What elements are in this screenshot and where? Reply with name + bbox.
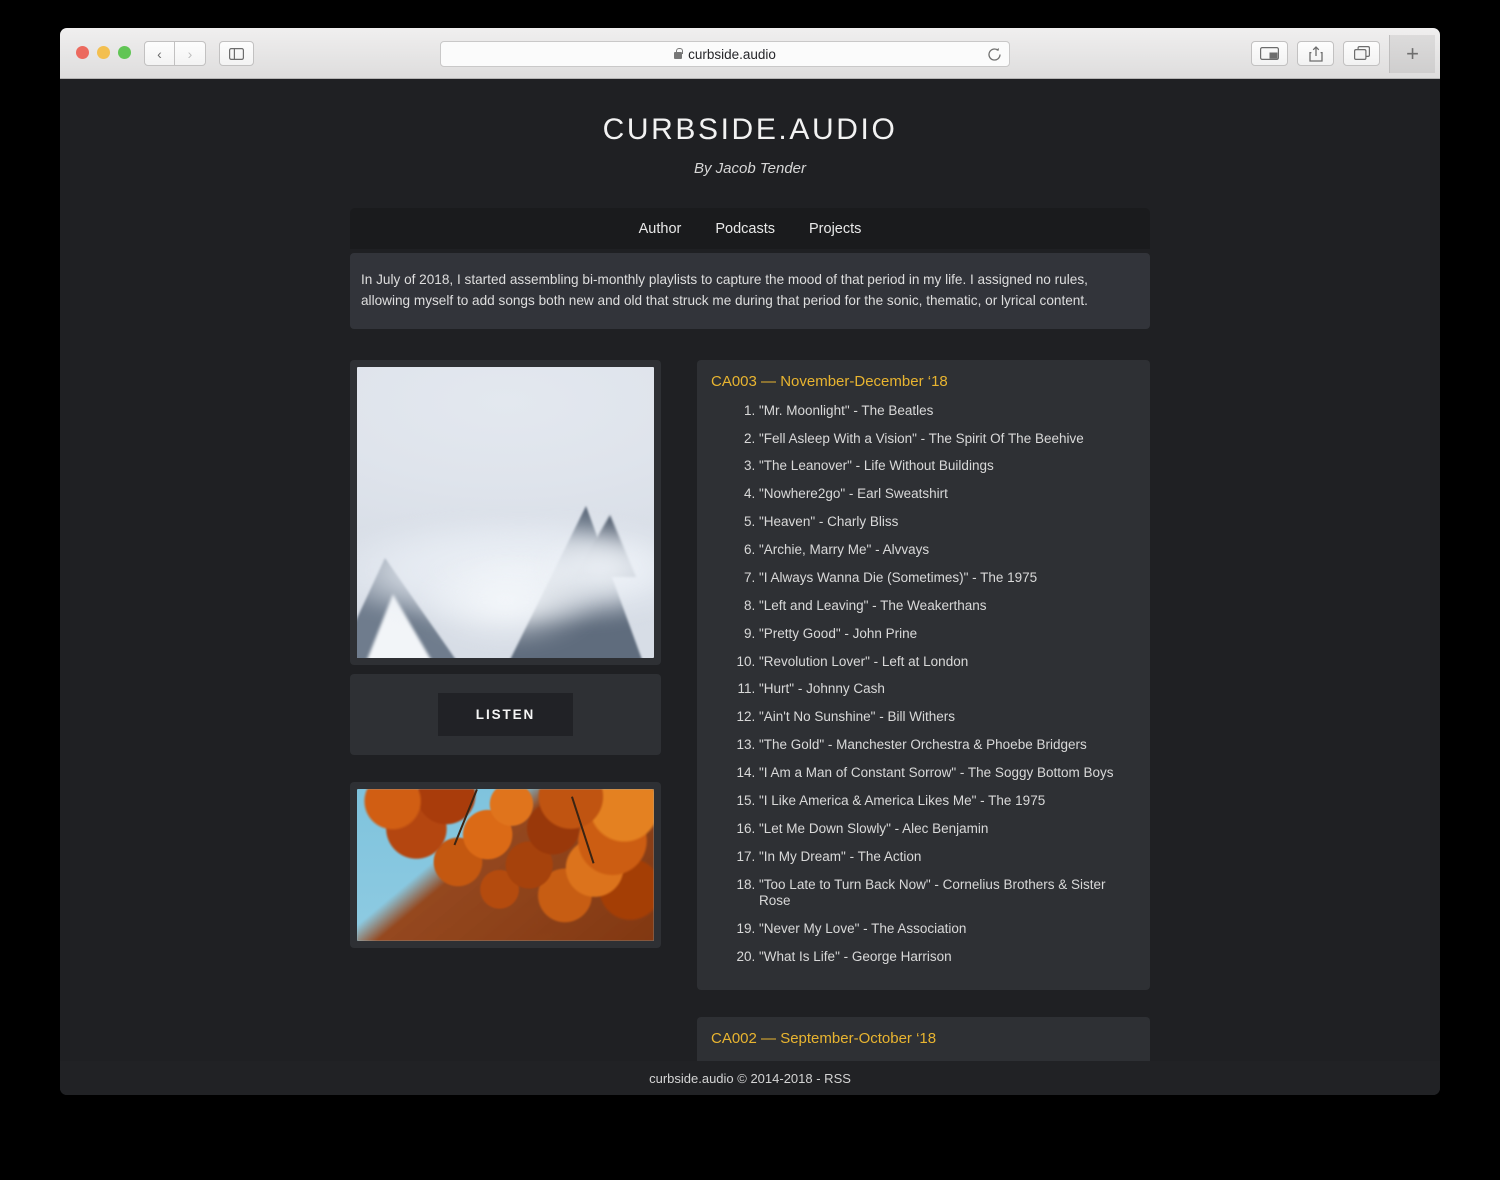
browser-window: ‹ › curbside.audio + CURBSIDE.AUDIO By J… (60, 28, 1440, 1095)
track-item: "The Gold" - Manchester Orchestra & Phoe… (759, 732, 1136, 760)
intro-paragraph: In July of 2018, I started assembling bi… (350, 253, 1150, 330)
tab-overview-icon (1353, 46, 1370, 61)
maximize-window-button[interactable] (118, 46, 131, 59)
playlist-ca002: CA002 — September-October ‘18 "Cold Came… (697, 1016, 1150, 1061)
track-item: "Fell Asleep With a Vision" - The Spirit… (759, 425, 1136, 453)
track-item: "Revolution Lover" - Left at London (759, 648, 1136, 676)
lock-icon (674, 48, 683, 59)
main-navigation: Author Podcasts Projects (350, 208, 1150, 249)
close-window-button[interactable] (76, 46, 89, 59)
track-item: "Mr. Moonlight" - The Beatles (759, 397, 1136, 425)
picture-in-picture-icon (1260, 47, 1279, 60)
track-item: "Too Late to Turn Back Now" - Cornelius … (759, 871, 1136, 916)
track-item: "What Is Life" - George Harrison (759, 944, 1136, 972)
track-item: "Let Me Down Slowly" - Alec Benjamin (759, 815, 1136, 843)
track-list: "Mr. Moonlight" - The Beatles "Fell Asle… (711, 397, 1136, 971)
new-tab-button[interactable]: + (1389, 35, 1435, 73)
minimize-window-button[interactable] (97, 46, 110, 59)
listen-button[interactable]: LISTEN (437, 693, 574, 737)
share-icon (1308, 45, 1323, 62)
mountain-mist-right (535, 535, 654, 600)
playlist-ca003: CA003 — November-December ‘18 "Mr. Moonl… (697, 360, 1150, 990)
window-controls (76, 46, 131, 59)
track-item: "Heaven" - Charly Bliss (759, 509, 1136, 537)
navigation-buttons: ‹ › (144, 41, 254, 66)
album-art-autumn (357, 789, 654, 942)
nav-item-projects[interactable]: Projects (809, 221, 861, 237)
nav-item-podcasts[interactable]: Podcasts (715, 221, 775, 237)
reload-button[interactable] (982, 42, 1006, 66)
share-button[interactable] (1297, 41, 1334, 66)
track-item: "Ain't No Sunshine" - Bill Withers (759, 704, 1136, 732)
track-item: "In My Dream" - The Action (759, 843, 1136, 871)
chevron-right-icon: › (187, 45, 193, 62)
tab-overview-button[interactable] (1343, 41, 1380, 66)
track-item: "Hurt" - Johnny Cash (759, 676, 1136, 704)
playlist-grid: LISTEN CA003 — November-December ‘18 1. … (350, 360, 1150, 1061)
page-title: CURBSIDE.AUDIO (602, 113, 898, 146)
picture-in-picture-button[interactable] (1251, 41, 1288, 66)
track-item: "Pretty Good" - John Prine (759, 620, 1136, 648)
reload-icon (987, 47, 1001, 61)
track-item: "I Like America & America Likes Me" - Th… (759, 787, 1136, 815)
sidebar-icon (229, 47, 244, 60)
playlist-title: CA003 — November-December ‘18 (711, 373, 948, 391)
footer-text[interactable]: curbside.audio © 2014-2018 - RSS (649, 1071, 851, 1086)
chevron-left-icon: ‹ (157, 45, 162, 62)
page-content: CURBSIDE.AUDIO By Jacob Tender Author Po… (60, 79, 1440, 1061)
page-viewport: CURBSIDE.AUDIO By Jacob Tender Author Po… (60, 79, 1440, 1095)
browser-toolbar: ‹ › curbside.audio + (60, 28, 1440, 79)
sidebar-toggle-button[interactable] (219, 41, 254, 66)
artwork-card-second (350, 782, 661, 949)
plus-icon: + (1406, 41, 1419, 66)
listen-card: LISTEN (350, 674, 661, 756)
track-item: "Left and Leaving" - The Weakerthans (759, 592, 1136, 620)
artwork-card-first (350, 360, 661, 666)
track-list: "Cold Came With" - Old Best Friend "Let'… (711, 1054, 1136, 1061)
nav-item-author[interactable]: Author (639, 221, 682, 237)
page-subtitle: By Jacob Tender (693, 160, 807, 177)
album-art-mountain (357, 367, 654, 659)
address-bar-url: curbside.audio (688, 46, 776, 62)
autumn-leaves-foliage (357, 789, 654, 942)
playlists-column: CA003 — November-December ‘18 "Mr. Moonl… (697, 360, 1150, 1061)
track-item: "I Am a Man of Constant Sorrow" - The So… (759, 760, 1136, 788)
page-footer: curbside.audio © 2014-2018 - RSS (60, 1061, 1440, 1095)
playlist-title: CA002 — September-October ‘18 (711, 1029, 937, 1047)
back-button[interactable]: ‹ (144, 41, 175, 66)
track-item: "Never My Love" - The Association (759, 916, 1136, 944)
toolbar-right-buttons (1251, 41, 1380, 66)
track-item: "The Leanover" - Life Without Buildings (759, 453, 1136, 481)
artwork-column: LISTEN (350, 360, 661, 949)
track-item: "I Always Wanna Die (Sometimes)" - The 1… (759, 564, 1136, 592)
track-item: "Archie, Marry Me" - Alvvays (759, 537, 1136, 565)
forward-button[interactable]: › (175, 41, 206, 66)
track-item: "Nowhere2go" - Earl Sweatshirt (759, 481, 1136, 509)
address-bar[interactable]: curbside.audio (440, 41, 1010, 67)
track-item: "Cold Came With" - Old Best Friend (759, 1054, 1136, 1061)
